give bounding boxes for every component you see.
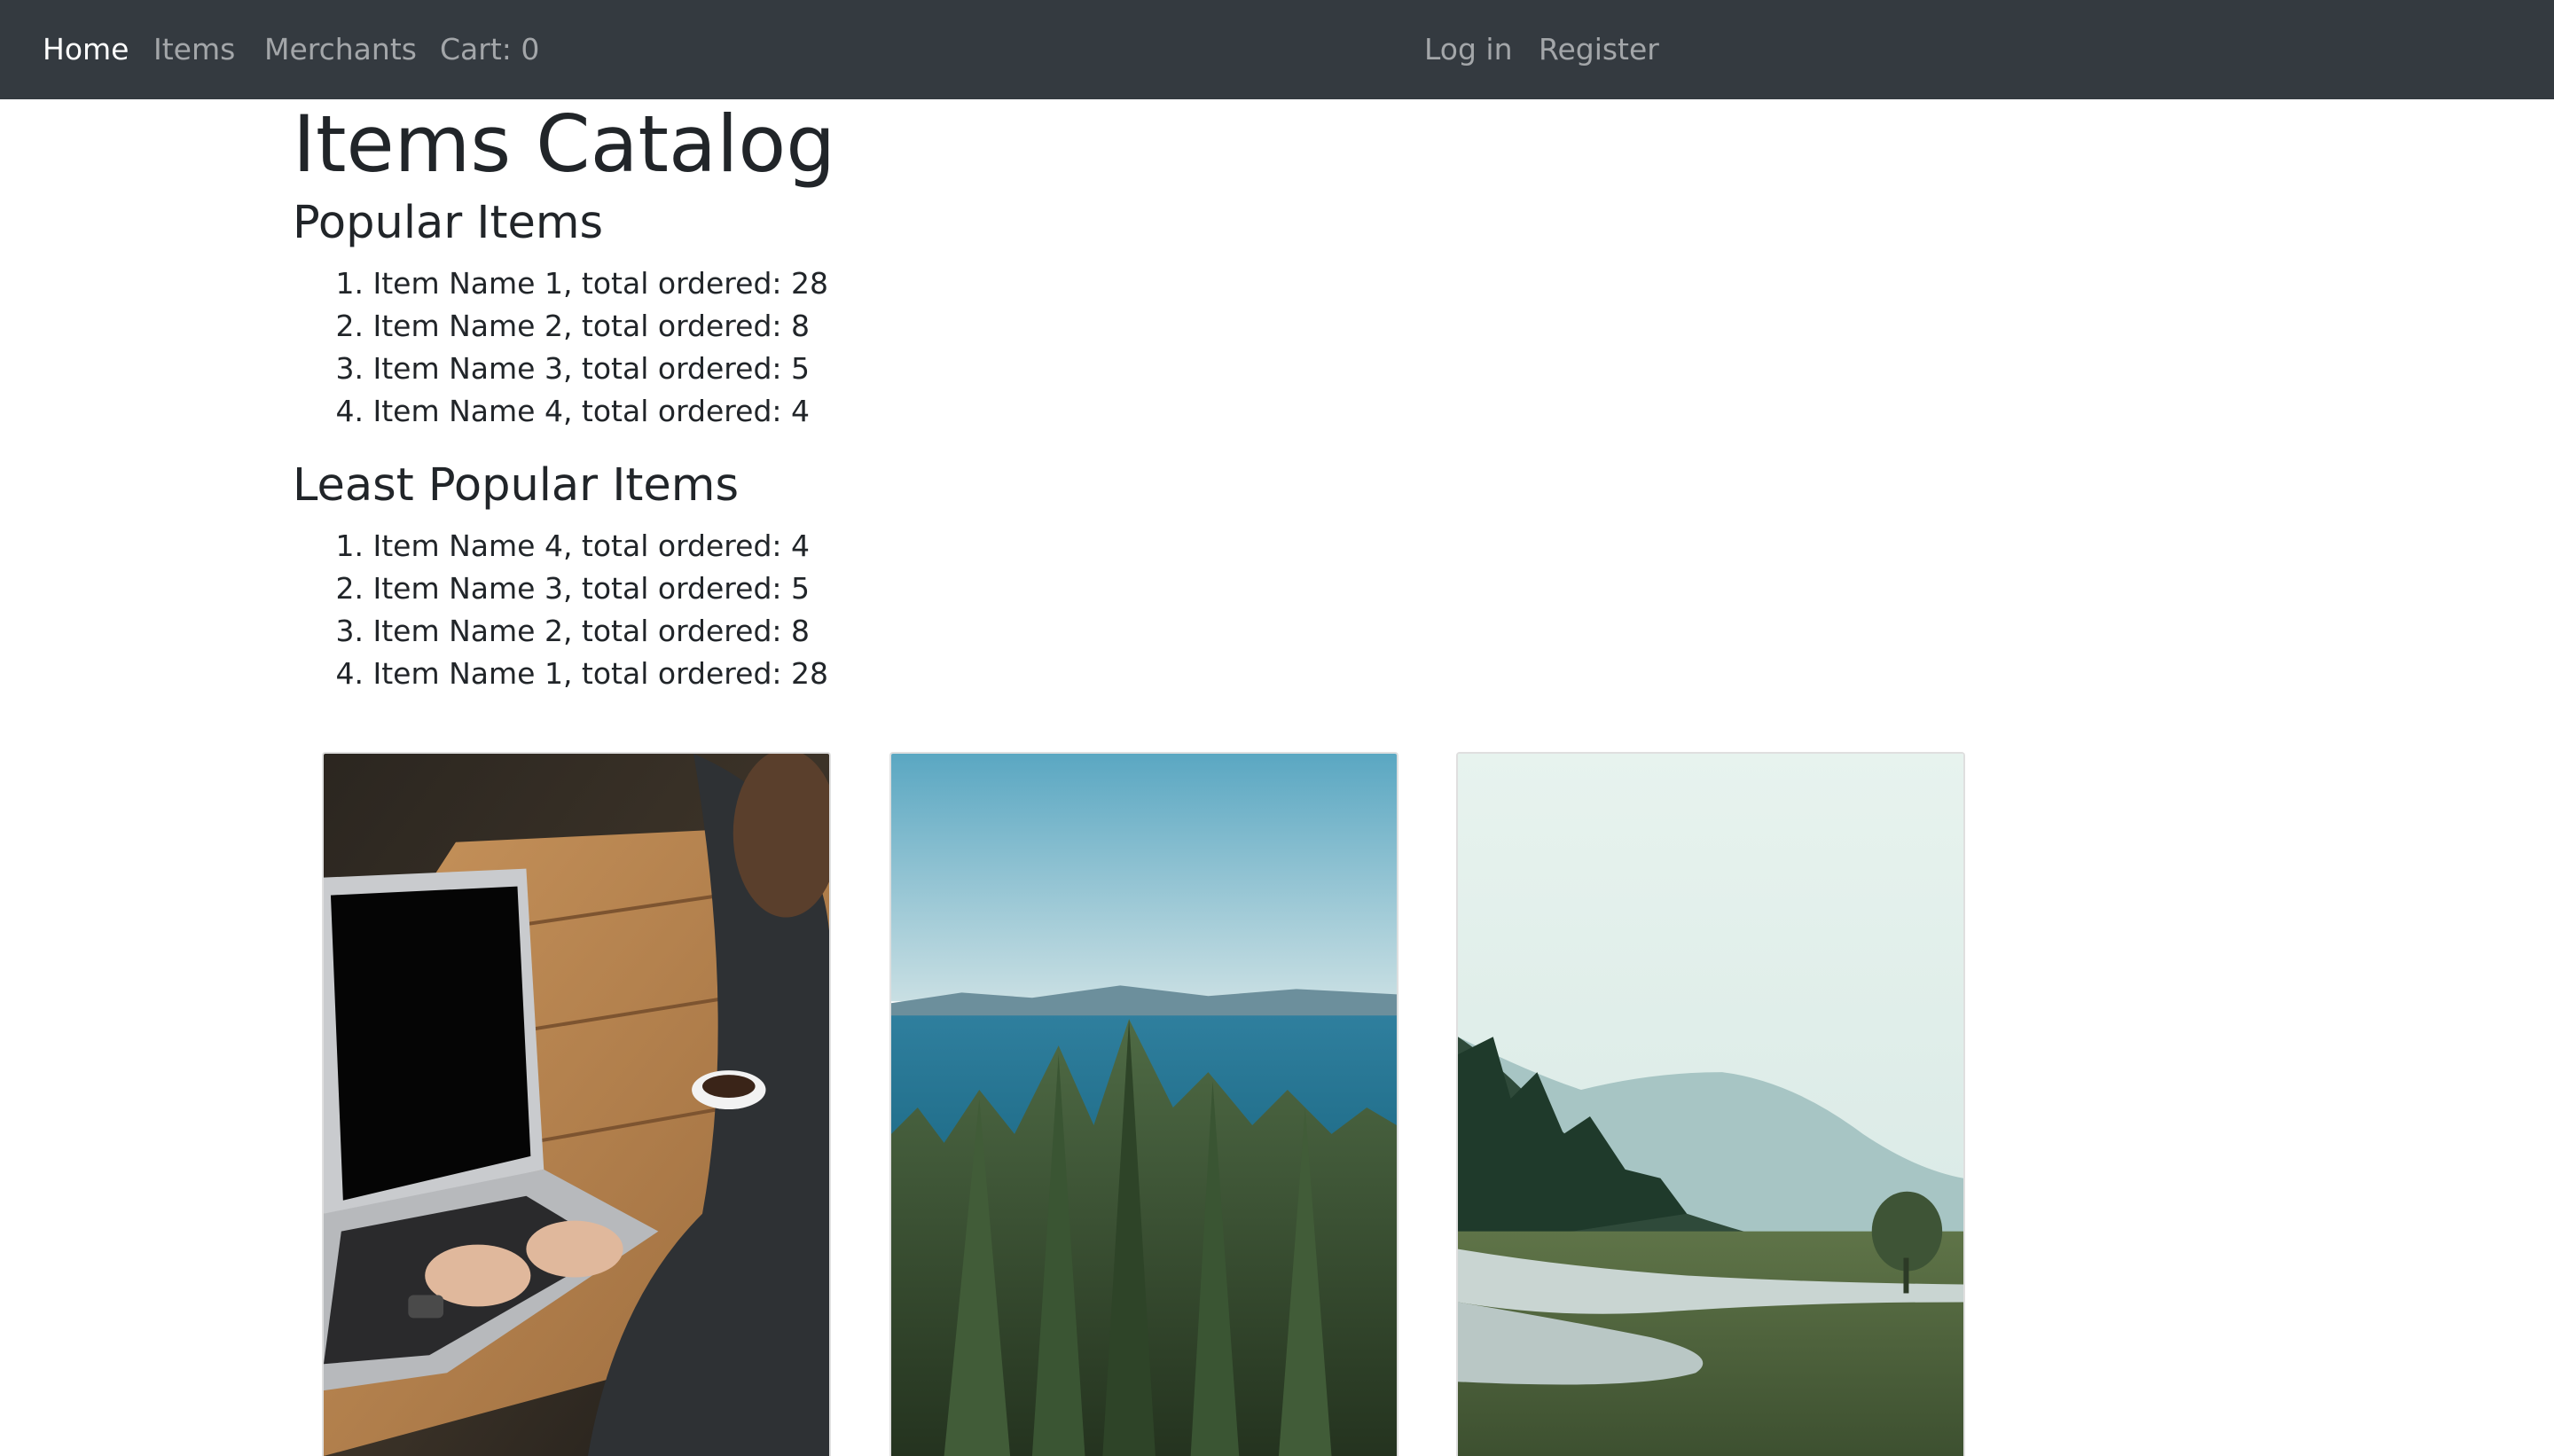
list-item: 4. Item Name 1, total ordered: 28 <box>293 653 829 695</box>
least-popular-items-heading: Least Popular Items <box>293 459 740 512</box>
list-item-text: Item Name 4, total ordered: 4 <box>372 528 811 563</box>
item-card[interactable] <box>1456 752 1965 1456</box>
navbar: Home Items Merchants Cart: 0 Log in Regi… <box>0 0 2554 99</box>
list-item: 4. Item Name 4, total ordered: 4 <box>293 390 828 433</box>
item-card[interactable] <box>889 752 1398 1456</box>
list-item: 1. Item Name 1, total ordered: 28 <box>293 262 829 305</box>
laptop-photo[interactable] <box>324 754 829 1456</box>
list-item-text: Item Name 1, total ordered: 28 <box>372 266 829 301</box>
list-item-rank: 2. <box>335 309 364 343</box>
list-item-rank: 1. <box>335 266 364 301</box>
popular-items-heading: Popular Items <box>293 197 604 249</box>
popular-items-list: 1. Item Name 1, total ordered: 28 2. Ite… <box>293 262 829 433</box>
list-item-text: Item Name 3, total ordered: 5 <box>372 351 811 386</box>
nav-home-link[interactable]: Home <box>43 0 129 99</box>
list-item-rank: 4. <box>335 394 364 428</box>
list-item: 3. Item Name 2, total ordered: 8 <box>293 610 828 653</box>
list-item-text: Item Name 4, total ordered: 4 <box>372 394 811 428</box>
page-title: Items Catalog <box>293 98 836 190</box>
nav-items-link[interactable]: Items <box>153 0 235 99</box>
list-item-text: Item Name 2, total ordered: 8 <box>372 309 811 343</box>
nav-cart-link[interactable]: Cart: 0 <box>440 0 539 99</box>
list-item-rank: 2. <box>335 571 364 606</box>
list-item-rank: 1. <box>335 528 364 563</box>
list-item: 3. Item Name 3, total ordered: 5 <box>293 348 828 390</box>
list-item-text: Item Name 3, total ordered: 5 <box>372 571 811 606</box>
list-item-rank: 4. <box>335 656 364 691</box>
list-item: 2. Item Name 2, total ordered: 8 <box>293 305 828 348</box>
list-item-rank: 3. <box>335 614 364 648</box>
nav-login-link[interactable]: Log in <box>1424 0 1513 99</box>
item-card[interactable] <box>322 752 831 1456</box>
nav-merchants-link[interactable]: Merchants <box>264 0 417 99</box>
list-item-text: Item Name 1, total ordered: 28 <box>372 656 829 691</box>
list-item: 1. Item Name 4, total ordered: 4 <box>293 525 828 568</box>
list-item: 2. Item Name 3, total ordered: 5 <box>293 568 828 610</box>
list-item-text: Item Name 2, total ordered: 8 <box>372 614 811 648</box>
list-item-rank: 3. <box>335 351 364 386</box>
least-popular-items-list: 1. Item Name 4, total ordered: 4 2. Item… <box>293 525 829 695</box>
forest-lake-photo[interactable] <box>891 754 1397 1456</box>
misty-valley-photo[interactable] <box>1458 754 1963 1456</box>
nav-register-link[interactable]: Register <box>1539 0 1659 99</box>
